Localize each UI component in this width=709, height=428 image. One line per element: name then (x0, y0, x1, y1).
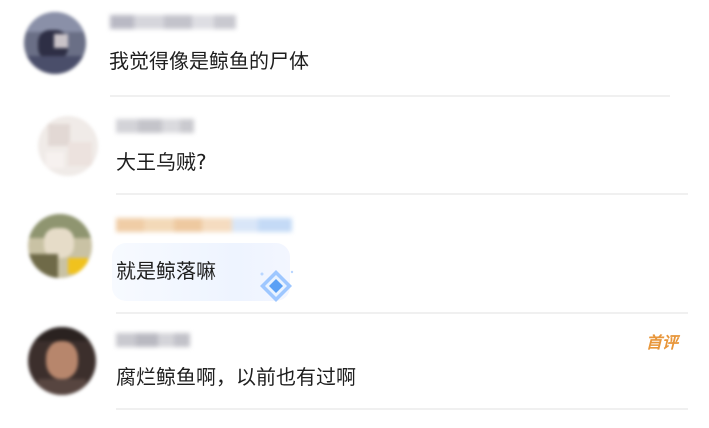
comment-text: 大王乌贼? (116, 150, 207, 174)
comment-text: 就是鲸落嘛 (116, 259, 216, 283)
avatar[interactable] (38, 116, 98, 176)
comment-item[interactable]: 就是鲸落嘛 (0, 195, 709, 315)
username[interactable] (116, 118, 194, 133)
avatar[interactable] (28, 214, 92, 278)
first-comment-badge: 首评 (646, 333, 679, 352)
diamond-sticker-icon (260, 270, 294, 302)
comment-text: 腐烂鲸鱼啊，以前也有过啊 (116, 365, 356, 389)
comment-text: 我觉得像是鲸鱼的尸体 (109, 49, 309, 73)
username[interactable] (116, 332, 190, 347)
avatar[interactable] (28, 327, 96, 395)
username[interactable] (116, 217, 292, 232)
comment-item[interactable]: 大王乌贼? (0, 100, 709, 195)
divider (110, 95, 670, 97)
comment-item[interactable]: 首评 腐烂鲸鱼啊，以前也有过啊 (0, 315, 709, 428)
divider (116, 408, 688, 410)
divider (116, 312, 688, 314)
username[interactable] (110, 14, 236, 29)
comment-item[interactable]: 我觉得像是鲸鱼的尸体 (0, 0, 709, 100)
avatar[interactable] (24, 12, 86, 74)
